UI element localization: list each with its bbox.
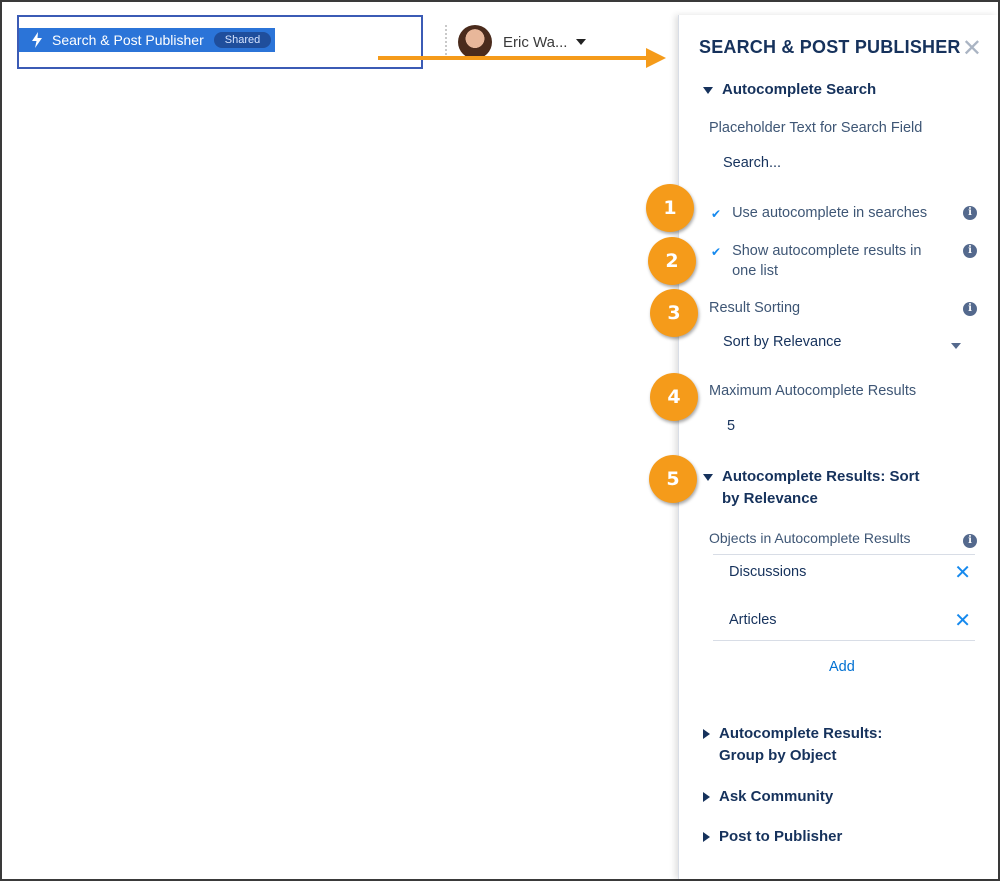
callout-3: 3 [650, 289, 698, 337]
result-sorting-select[interactable]: Sort by Relevance [723, 334, 841, 350]
section-title-line1: Autocomplete Results: [719, 725, 883, 742]
section-sort-by-relevance[interactable]: Autocomplete Results: Sort by Relevance [703, 466, 920, 510]
callout-5: 5 [649, 455, 697, 503]
lightning-bolt-icon [31, 32, 43, 48]
divider [713, 640, 975, 641]
use-autocomplete-checkbox[interactable]: ✔ Use autocomplete in searches [711, 203, 927, 224]
info-icon[interactable]: i [963, 206, 977, 220]
shared-badge: Shared [213, 32, 272, 48]
chevron-right-icon [703, 832, 710, 842]
section-ask-community[interactable]: Ask Community [703, 786, 833, 808]
info-icon[interactable]: i [963, 534, 977, 548]
remove-icon[interactable]: ✕ [954, 608, 971, 633]
remove-icon[interactable]: ✕ [954, 560, 971, 585]
section-title-line2: by Relevance [722, 490, 818, 507]
checkbox-label: Show autocomplete results in one list [732, 241, 921, 281]
section-title-line2: Group by Object [719, 747, 837, 764]
show-one-list-checkbox[interactable]: ✔ Show autocomplete results in one list [711, 241, 921, 281]
search-post-publisher-component[interactable]: Search & Post Publisher Shared [19, 28, 275, 52]
chevron-right-icon [703, 729, 710, 739]
section-title: Autocomplete Results: Group by Object [719, 723, 882, 767]
chevron-right-icon [703, 792, 710, 802]
placeholder-text-label: Placeholder Text for Search Field [709, 120, 923, 136]
max-results-input[interactable]: 5 [727, 418, 735, 434]
add-object-link[interactable]: Add [829, 659, 855, 675]
info-icon[interactable]: i [963, 302, 977, 316]
close-icon[interactable]: ✕ [962, 34, 982, 63]
annotation-arrow [378, 48, 666, 68]
component-name: Search & Post Publisher [52, 32, 204, 48]
chevron-down-icon [576, 39, 587, 45]
checkbox-label-line2: one list [732, 263, 779, 279]
section-title: Post to Publisher [719, 828, 843, 845]
objects-label: Objects in Autocomplete Results [709, 530, 911, 546]
section-group-by-object[interactable]: Autocomplete Results: Group by Object [703, 723, 882, 767]
panel-title: SEARCH & POST PUBLISHER [699, 37, 961, 57]
info-icon[interactable]: i [963, 244, 977, 258]
section-title: Autocomplete Results: Sort by Relevance [722, 466, 920, 510]
section-post-to-publisher[interactable]: Post to Publisher [703, 826, 842, 848]
section-title-line1: Autocomplete Results: Sort [722, 468, 920, 485]
checkbox-label-line1: Show autocomplete results in [732, 243, 922, 259]
chevron-down-icon [703, 474, 713, 481]
property-panel: SEARCH & POST PUBLISHER ✕ Autocomplete S… [678, 15, 998, 879]
section-autocomplete-search[interactable]: Autocomplete Search [703, 79, 876, 101]
list-item: Discussions ✕ [713, 554, 975, 598]
max-results-label: Maximum Autocomplete Results [709, 383, 917, 399]
callout-2: 2 [648, 237, 696, 285]
chevron-down-icon[interactable] [951, 343, 961, 349]
result-sorting-label: Result Sorting [709, 300, 801, 316]
section-title: Autocomplete Search [722, 81, 877, 98]
callout-1: 1 [646, 184, 694, 232]
chevron-down-icon [703, 87, 713, 94]
object-label: Discussions [729, 564, 807, 580]
object-label: Articles [729, 612, 777, 628]
section-title: Ask Community [719, 788, 834, 805]
checkmark-icon: ✔ [711, 245, 722, 259]
checkbox-label: Use autocomplete in searches [732, 205, 928, 221]
callout-4: 4 [650, 373, 698, 421]
placeholder-text-input[interactable]: Search... [723, 155, 781, 171]
checkmark-icon: ✔ [711, 207, 722, 221]
